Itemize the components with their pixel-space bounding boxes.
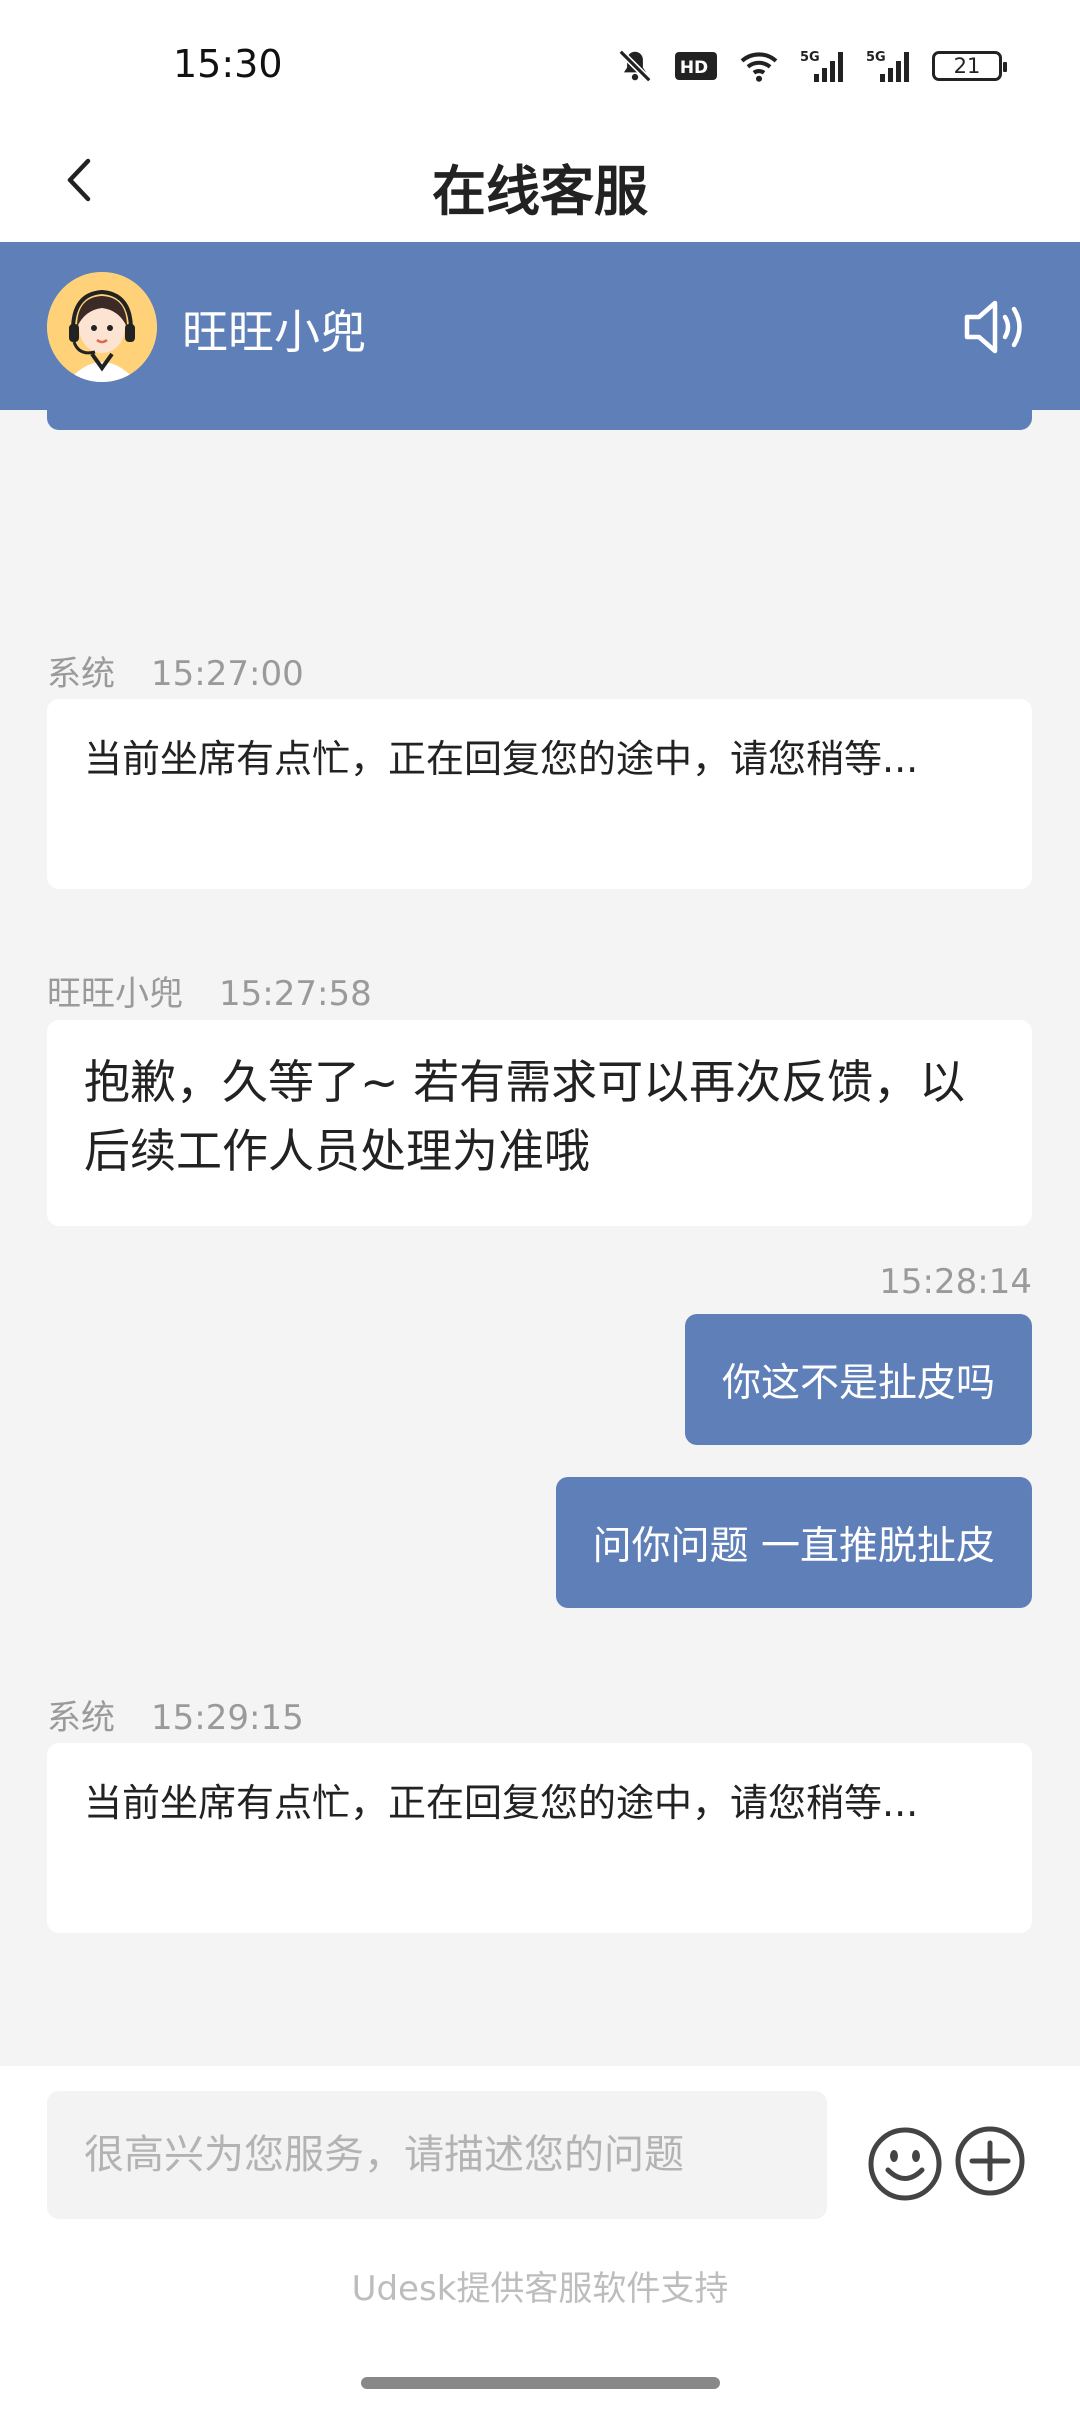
signal-icon: 5G: [800, 48, 846, 84]
status-icons: HD 5G 5G 21: [616, 46, 1007, 86]
signal-icon-2: 5G: [866, 48, 912, 84]
agent-header: 旺旺小兜: [0, 242, 1080, 410]
svg-text:5G: 5G: [800, 50, 820, 65]
my-message-bubble: 你这不是扯皮吗: [684, 1314, 1032, 1445]
message-time: 15:29:15: [151, 1698, 304, 1738]
message-text: 当前坐席有点忙，正在回复您的途中，请您稍等...: [84, 1781, 919, 1825]
home-indicator[interactable]: [361, 2377, 720, 2389]
page-title: 在线客服: [432, 160, 648, 223]
message-sender: 系统: [47, 1698, 115, 1738]
status-time: 15:30: [173, 42, 283, 86]
message-bubble: 抱歉，久等了~ 若有需求可以再次反馈，以后续工作人员处理为准哦: [47, 1020, 1032, 1226]
battery-icon: 21: [932, 51, 1007, 81]
message-time: 15:28:14: [879, 1262, 1032, 1302]
message-sender: 旺旺小兜: [47, 974, 183, 1014]
wifi-icon: [738, 49, 780, 83]
speaker-button[interactable]: [956, 292, 1036, 362]
message-text: 你这不是扯皮吗: [721, 1360, 995, 1406]
svg-text:HD: HD: [680, 58, 708, 78]
message-text: 抱歉，久等了~ 若有需求可以再次反馈，以后续工作人员处理为准哦: [84, 1055, 966, 1178]
emoji-icon: [868, 2127, 942, 2201]
message-meta: 系统 15:27:00: [47, 646, 304, 695]
previous-message-card: [47, 405, 1032, 430]
status-bar: 15:30 HD 5G 5G 21: [0, 0, 1080, 125]
message-input[interactable]: [47, 2091, 827, 2219]
speaker-icon: [964, 300, 1022, 354]
message-text: 当前坐席有点忙，正在回复您的途中，请您稍等...: [84, 737, 919, 781]
svg-text:5G: 5G: [866, 50, 886, 65]
hd-icon: HD: [674, 50, 718, 82]
emoji-button[interactable]: [866, 2125, 944, 2203]
input-area: [0, 2066, 1080, 2412]
message-bubble: 当前坐席有点忙，正在回复您的途中，请您稍等...: [47, 699, 1032, 889]
nav-bar: 在线客服: [0, 125, 1080, 242]
message-sender: 系统: [47, 654, 115, 694]
plus-icon: [955, 2126, 1025, 2196]
agent-name: 旺旺小兜: [182, 305, 366, 359]
message-meta: 系统 15:29:15: [47, 1690, 304, 1739]
battery-level: 21: [953, 54, 981, 78]
my-message-bubble: 问你问题 一直推脱扯皮: [555, 1477, 1032, 1608]
message-meta: 旺旺小兜 15:27:58: [47, 966, 372, 1015]
powered-by-text: Udesk提供客服软件支持: [351, 2269, 729, 2309]
message-time: 15:27:58: [219, 974, 372, 1014]
mute-icon: [616, 47, 654, 85]
more-button[interactable]: [954, 2125, 1026, 2197]
message-time: 15:27:00: [151, 654, 304, 694]
message-bubble: 当前坐席有点忙，正在回复您的途中，请您稍等...: [47, 1743, 1032, 1933]
avatar: [47, 272, 157, 382]
message-text: 问你问题 一直推脱扯皮: [592, 1523, 995, 1569]
